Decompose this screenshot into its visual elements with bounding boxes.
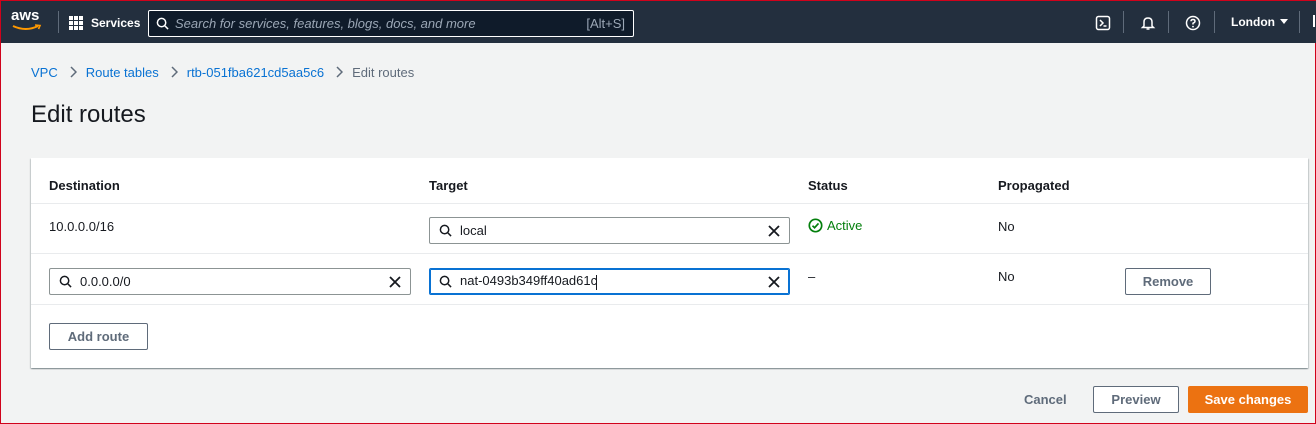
- remove-route-button[interactable]: Remove: [1125, 268, 1211, 295]
- chevron-right-icon: [336, 66, 344, 78]
- search-shortcut: [Alt+S]: [586, 16, 625, 31]
- chevron-right-icon: [70, 66, 77, 78]
- services-grid-icon: [69, 16, 83, 30]
- cloudshell-icon[interactable]: [1094, 14, 1112, 32]
- smile-arrow-icon: [12, 24, 42, 30]
- text-cursor: [596, 274, 598, 290]
- save-changes-button[interactable]: Save changes: [1188, 386, 1308, 413]
- region-label: London: [1231, 15, 1275, 29]
- top-navigation: aws Services [Alt+S] London: [1, 1, 1316, 43]
- chevron-right-icon: [171, 66, 178, 78]
- target-value: local: [460, 223, 487, 238]
- propagated-value: No: [998, 269, 1015, 284]
- destination-field[interactable]: 0.0.0.0/0: [49, 268, 411, 295]
- nav-divider: [1123, 11, 1124, 33]
- target-field[interactable]: local: [429, 217, 790, 244]
- status-empty: –: [808, 269, 816, 284]
- preview-button[interactable]: Preview: [1093, 386, 1179, 413]
- nav-divider: [1214, 11, 1215, 33]
- caret-down-icon: [1279, 19, 1288, 24]
- region-selector[interactable]: London: [1231, 15, 1288, 29]
- search-input[interactable]: [175, 11, 587, 36]
- header-propagated: Propagated: [998, 178, 1070, 193]
- search-icon: [430, 224, 460, 237]
- destination-value: 0.0.0.0/0: [80, 274, 131, 289]
- services-label: Services: [91, 16, 141, 30]
- services-menu-button[interactable]: Services: [69, 13, 140, 33]
- logo-text: aws: [11, 7, 40, 24]
- nav-divider: [1168, 11, 1169, 33]
- global-search[interactable]: [Alt+S]: [148, 10, 634, 37]
- breadcrumb-vpc[interactable]: VPC: [31, 65, 58, 80]
- cancel-button[interactable]: Cancel: [1024, 392, 1067, 407]
- status-active: Active: [808, 218, 862, 233]
- account-menu-edge[interactable]: [1313, 15, 1315, 27]
- divider: [31, 304, 1308, 305]
- target-field-focused[interactable]: nat-0493b349ff40ad61c: [429, 268, 790, 295]
- header-destination: Destination: [49, 178, 120, 193]
- search-icon: [430, 275, 460, 288]
- route-destination: 10.0.0.0/16: [49, 219, 115, 234]
- breadcrumb-route-table-id[interactable]: rtb-051fba621cd5aa5c6: [187, 65, 324, 80]
- divider: [31, 203, 1308, 204]
- clear-icon[interactable]: [759, 224, 789, 237]
- clear-icon[interactable]: [759, 275, 789, 288]
- nav-divider: [58, 11, 59, 33]
- header-target: Target: [429, 178, 468, 193]
- target-text: nat-0493b349ff40ad61c: [460, 273, 598, 289]
- target-value: nat-0493b349ff40ad61c: [460, 273, 759, 290]
- nav-divider: [1299, 11, 1300, 33]
- routes-panel: Destination Target Status Propagated 10.…: [31, 158, 1308, 368]
- notifications-bell-icon[interactable]: [1139, 14, 1157, 32]
- status-text: Active: [827, 218, 863, 233]
- help-icon[interactable]: [1184, 14, 1202, 32]
- search-icon: [50, 275, 80, 288]
- page-title: Edit routes: [31, 101, 146, 128]
- status-success-icon: [808, 218, 823, 233]
- header-status: Status: [808, 178, 848, 193]
- search-icon: [149, 17, 175, 30]
- breadcrumb-route-tables[interactable]: Route tables: [86, 65, 159, 80]
- add-route-button[interactable]: Add route: [49, 323, 148, 350]
- divider: [31, 253, 1308, 254]
- breadcrumb-current: Edit routes: [352, 64, 415, 80]
- propagated-value: No: [998, 219, 1015, 234]
- clear-icon[interactable]: [380, 275, 410, 288]
- breadcrumb: VPC Route tables rtb-051fba621cd5aa5c6 E…: [31, 63, 414, 81]
- aws-logo-icon[interactable]: aws: [11, 7, 45, 35]
